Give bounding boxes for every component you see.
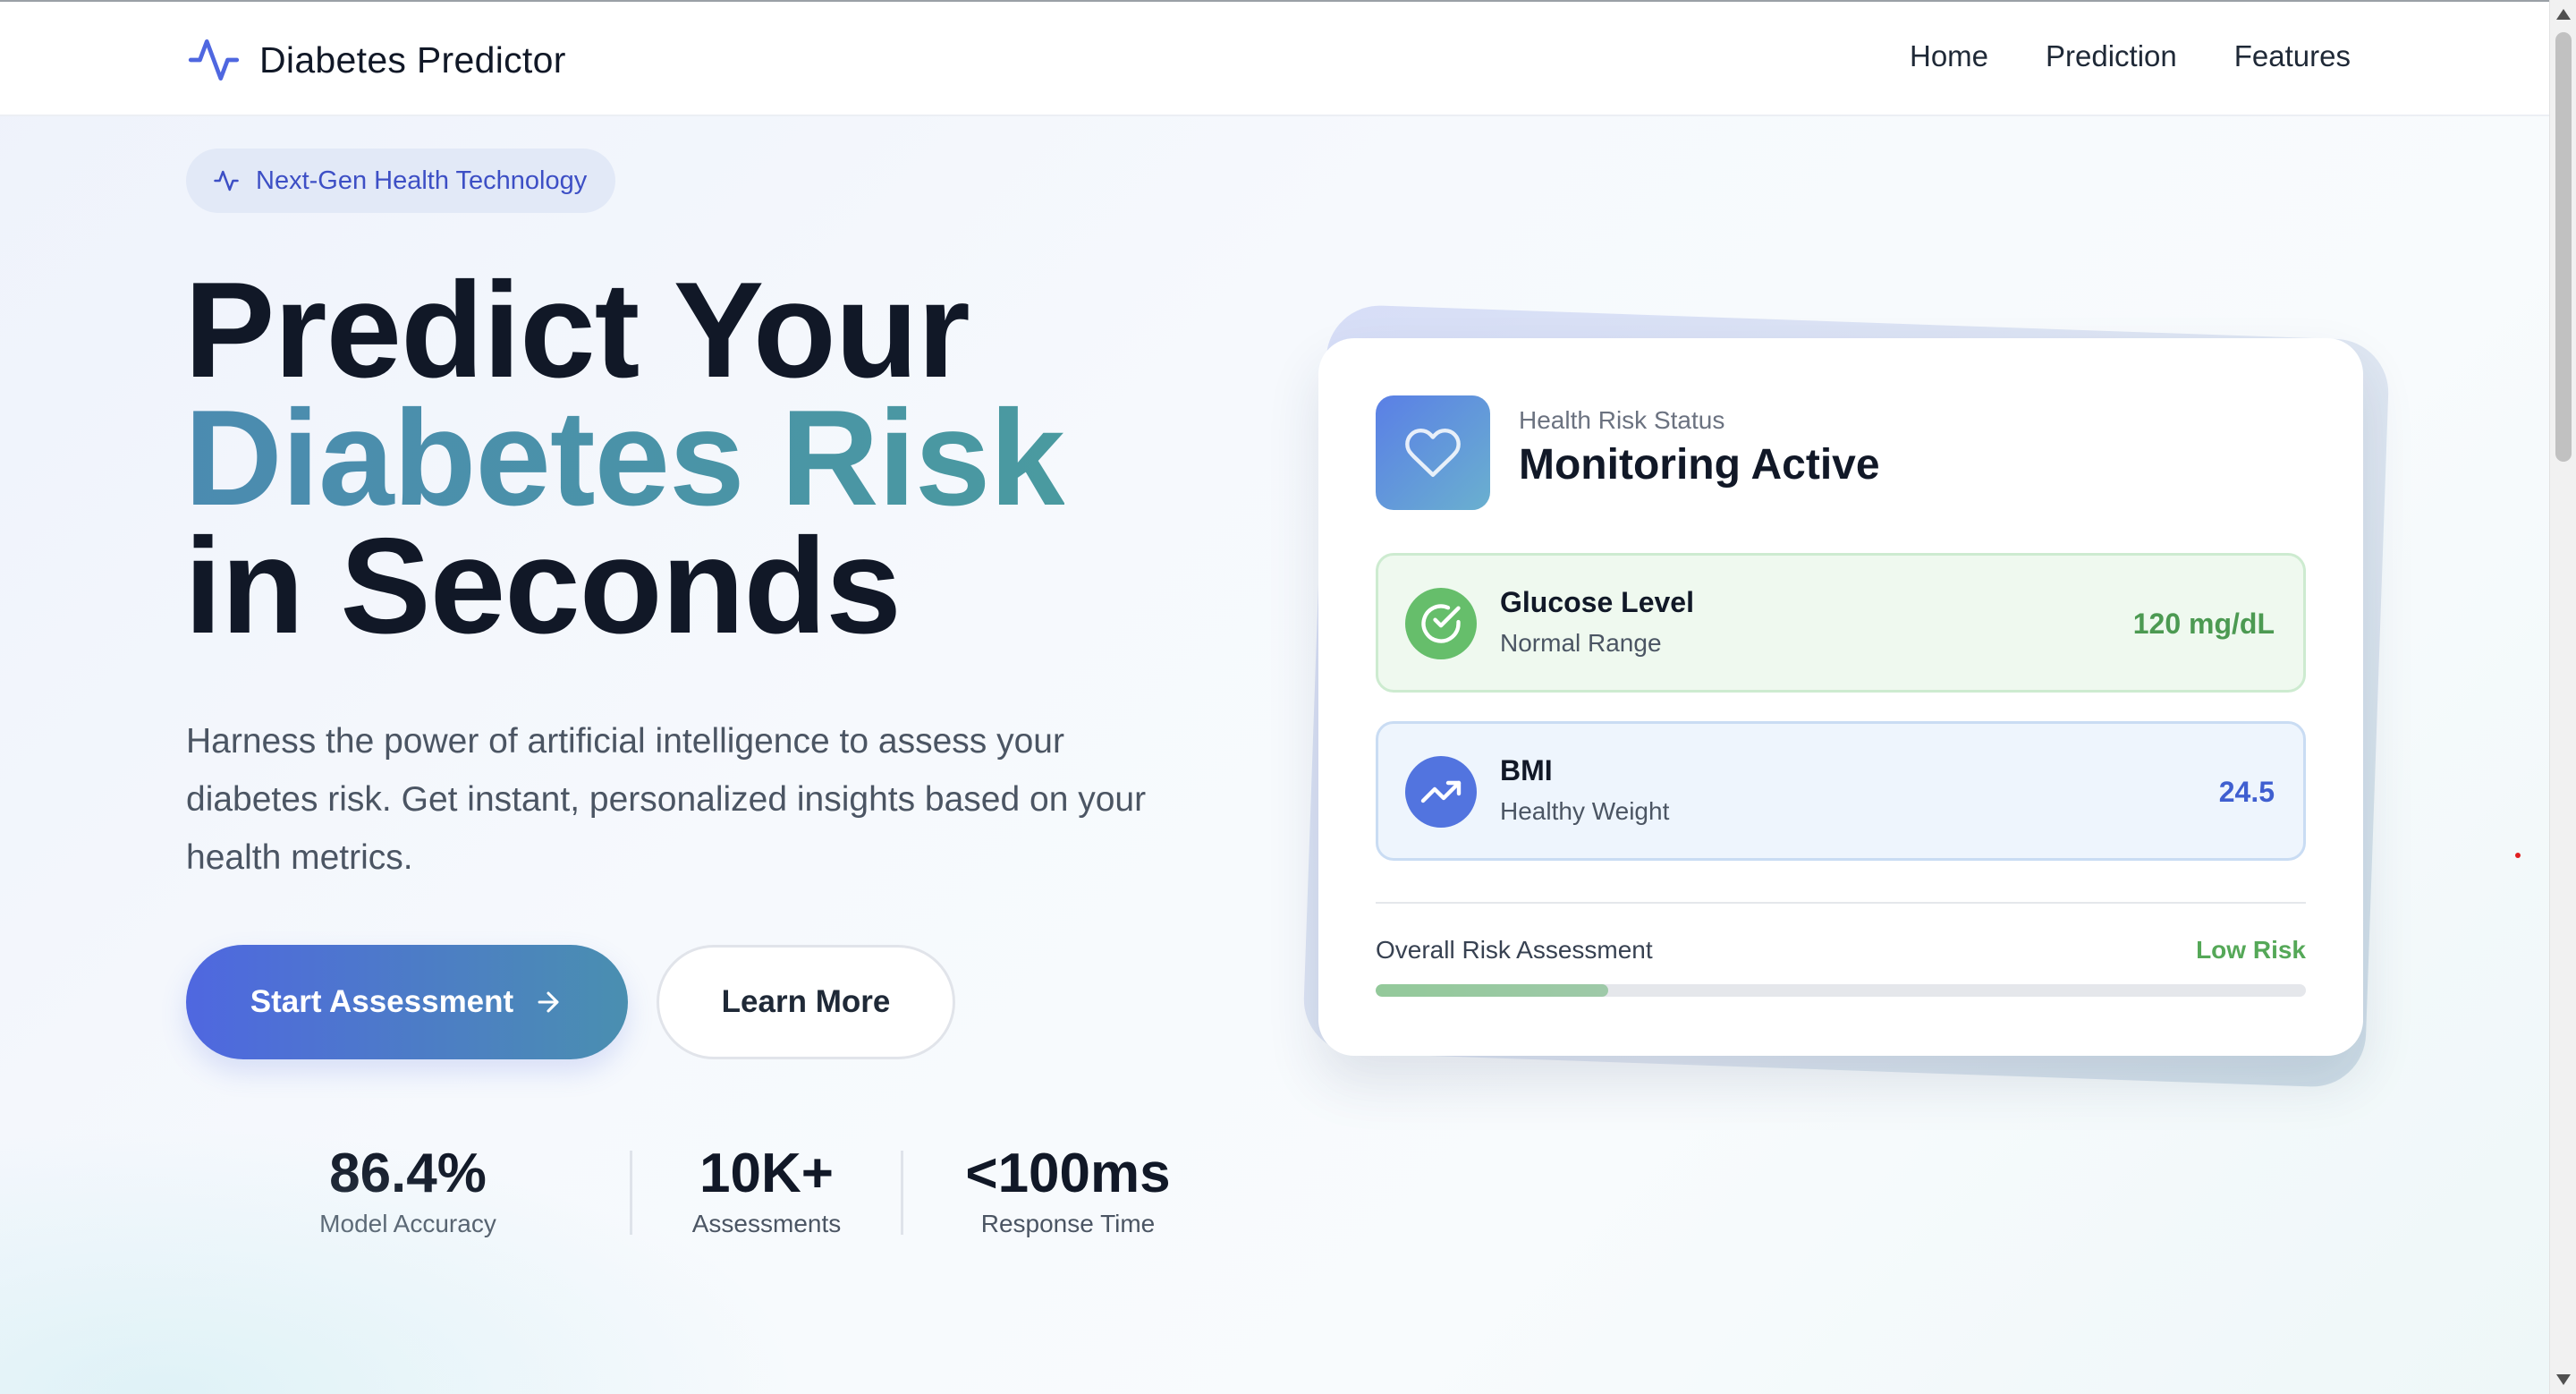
heart-icon-tile bbox=[1376, 395, 1490, 510]
top-navbar: Diabetes Predictor Home Prediction Featu… bbox=[0, 0, 2549, 116]
stat-divider bbox=[630, 1151, 632, 1235]
hero-badge-text: Next-Gen Health Technology bbox=[256, 166, 588, 195]
start-assessment-label: Start Assessment bbox=[250, 984, 514, 1019]
heart-icon bbox=[1405, 429, 1461, 477]
metric-value: 24.5 bbox=[2218, 776, 2275, 808]
scrollbar-thumb[interactable] bbox=[2555, 32, 2572, 462]
metric-note: Normal Range bbox=[1500, 629, 1662, 657]
pulse-icon bbox=[188, 39, 240, 81]
stat-label: Assessments bbox=[691, 1210, 842, 1237]
stat-accuracy: 86.4% Model Accuracy bbox=[186, 1145, 630, 1240]
trending-up-icon-badge bbox=[1405, 756, 1477, 828]
stat-label: Model Accuracy bbox=[319, 1210, 496, 1237]
hero-badge: Next-Gen Health Technology bbox=[186, 149, 616, 213]
trending-up-icon bbox=[1420, 780, 1462, 803]
nav-link-features[interactable]: Features bbox=[2234, 39, 2351, 73]
check-circle-icon-badge bbox=[1405, 588, 1477, 659]
hero-description: Harness the power of artificial intellig… bbox=[186, 722, 1147, 877]
cursor-dot bbox=[2515, 853, 2521, 858]
bmi-metric: BMI Healthy Weight 24.5 bbox=[1376, 721, 2306, 861]
metric-name: Glucose Level bbox=[1500, 586, 1694, 618]
pulse-icon bbox=[214, 170, 239, 191]
card-title: Monitoring Active bbox=[1519, 441, 1880, 489]
scroll-down-icon[interactable] bbox=[2556, 1374, 2571, 1385]
stat-value: 10K+ bbox=[699, 1143, 834, 1204]
scroll-up-icon[interactable] bbox=[2556, 9, 2571, 20]
metric-name: BMI bbox=[1500, 754, 1553, 786]
risk-value: Low Risk bbox=[2196, 936, 2306, 964]
page: Diabetes Predictor Home Prediction Featu… bbox=[0, 0, 2549, 1394]
hero-title-line3: in Seconds bbox=[184, 510, 902, 662]
learn-more-button[interactable]: Learn More bbox=[657, 945, 955, 1059]
learn-more-label: Learn More bbox=[721, 984, 891, 1019]
stats-row: 86.4% Model Accuracy 10K+ Assessments <1… bbox=[186, 1145, 1233, 1240]
brand-logo[interactable]: Diabetes Predictor bbox=[186, 32, 566, 88]
hero-title-accent: Diabetes Risk bbox=[184, 382, 1065, 534]
risk-label: Overall Risk Assessment bbox=[1376, 936, 1653, 964]
risk-progress-bar bbox=[1376, 984, 2306, 997]
stat-value: 86.4% bbox=[329, 1143, 487, 1204]
card-subtitle: Health Risk Status bbox=[1519, 406, 1725, 434]
brand-name: Diabetes Predictor bbox=[259, 38, 566, 81]
card-divider bbox=[1376, 902, 2306, 904]
stat-assessments: 10K+ Assessments bbox=[632, 1145, 901, 1240]
nav-link-prediction[interactable]: Prediction bbox=[2046, 39, 2177, 73]
stat-label: Response Time bbox=[980, 1210, 1156, 1237]
nav-links: Home Prediction Features bbox=[1910, 39, 2351, 73]
nav-link-home[interactable]: Home bbox=[1910, 39, 1988, 73]
check-circle-icon bbox=[1421, 604, 1461, 643]
glucose-metric: Glucose Level Normal Range 120 mg/dL bbox=[1376, 553, 2306, 693]
hero-title: Predict Your Diabetes Risk in Seconds bbox=[184, 254, 1065, 662]
stat-response-time: <100ms Response Time bbox=[903, 1145, 1233, 1240]
hero-title-line1: Predict Your bbox=[184, 254, 970, 406]
metric-value: 120 mg/dL bbox=[2132, 608, 2275, 640]
risk-progress-fill bbox=[1376, 984, 1608, 997]
stat-value: <100ms bbox=[965, 1143, 1171, 1204]
health-status-card: Health Risk Status Monitoring Active Glu… bbox=[1318, 338, 2363, 1056]
start-assessment-button[interactable]: Start Assessment bbox=[186, 945, 628, 1059]
vertical-scrollbar[interactable] bbox=[2549, 0, 2576, 1394]
metric-note: Healthy Weight bbox=[1500, 797, 1670, 825]
arrow-right-icon bbox=[538, 991, 559, 1013]
